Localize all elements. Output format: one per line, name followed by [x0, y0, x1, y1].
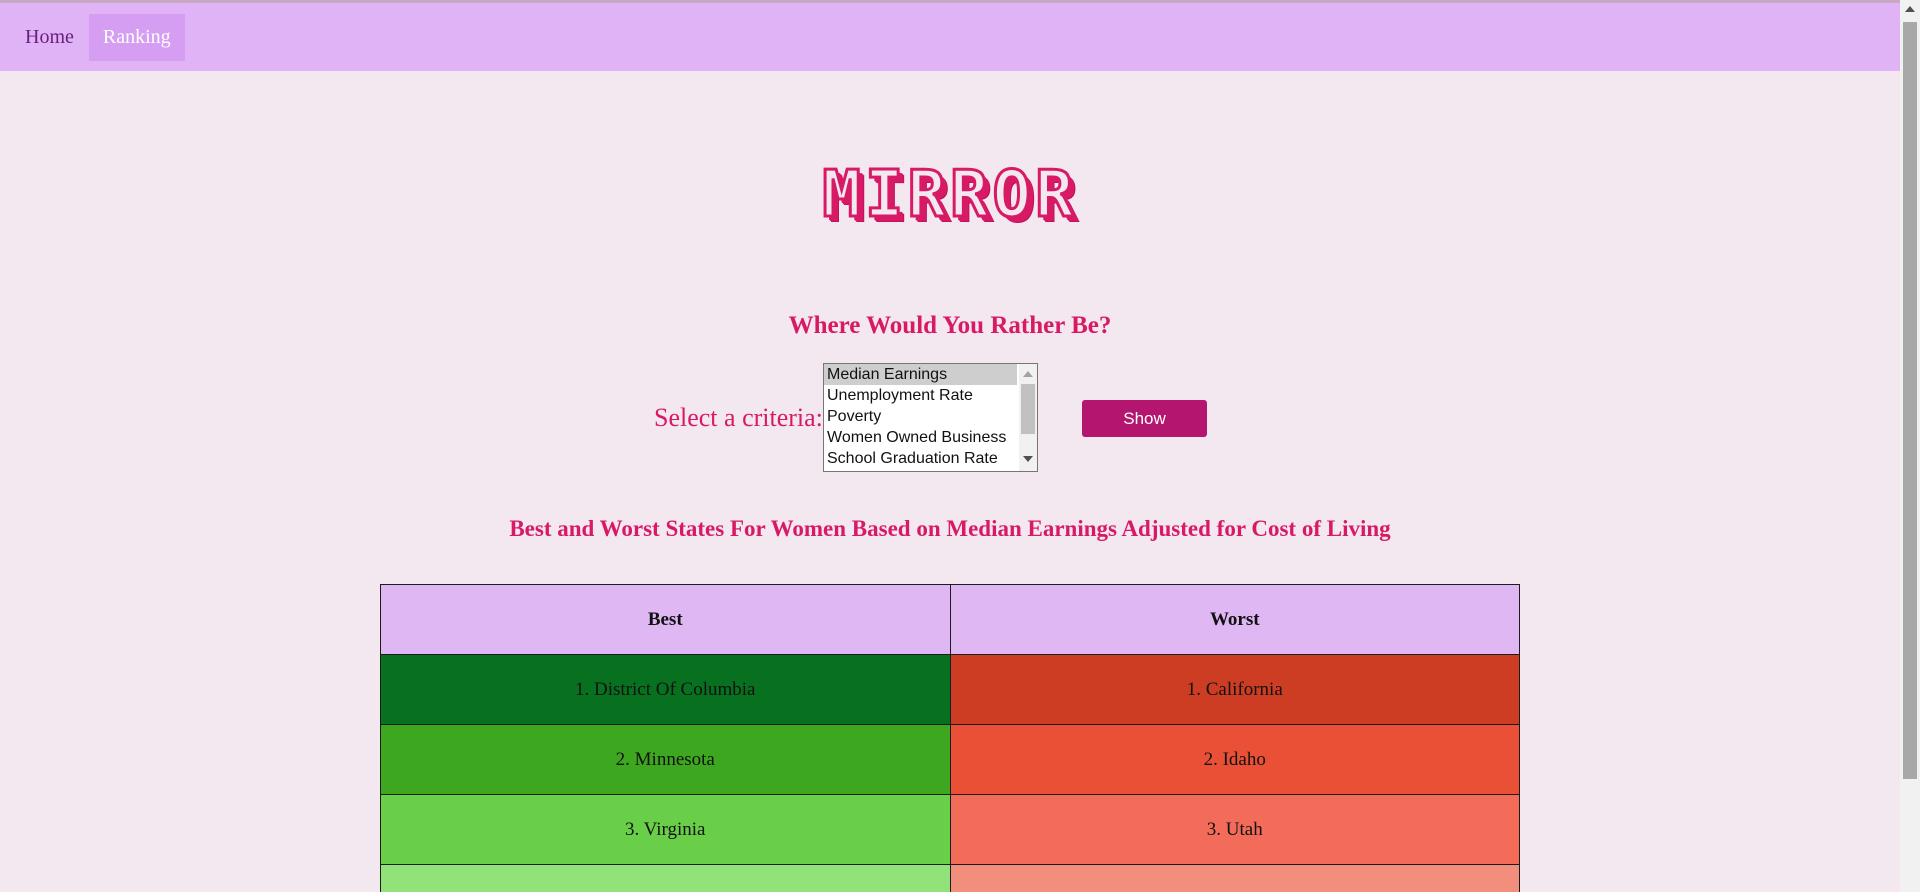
best-cell	[380, 864, 951, 892]
listbox-scrollbar[interactable]	[1019, 364, 1037, 471]
criteria-label: Select a criteria:	[654, 403, 823, 432]
nav-home-link[interactable]: Home	[11, 14, 88, 61]
criteria-option-school-graduation-rate[interactable]: School Graduation Rate	[824, 448, 1017, 469]
scroll-up-icon[interactable]	[1905, 6, 1915, 12]
worst-cell: 2. Idaho	[949, 724, 1520, 795]
top-navbar: Home Ranking	[0, 3, 1900, 71]
page-scroll-thumb[interactable]	[1903, 22, 1917, 779]
best-cell: 2. Minnesota	[380, 724, 951, 795]
table-row: 1. District Of Columbia 1. California	[380, 654, 1520, 725]
criteria-option-unemployment-rate[interactable]: Unemployment Rate	[824, 385, 1017, 406]
criteria-option-women-owned-business[interactable]: Women Owned Business	[824, 427, 1017, 448]
best-cell: 3. Virginia	[380, 794, 951, 865]
table-header-row: Best Worst	[380, 584, 1520, 655]
page-subtitle: Where Would You Rather Be?	[788, 312, 1112, 339]
listbox-scroll-up-icon[interactable]	[1023, 371, 1033, 377]
table-row: 3. Virginia 3. Utah	[380, 794, 1520, 865]
criteria-listbox[interactable]: Median Earnings Unemployment Rate Povert…	[823, 363, 1038, 472]
worst-column-header: Worst	[949, 584, 1520, 655]
worst-cell: 1. California	[949, 654, 1520, 725]
nav-ranking-link[interactable]: Ranking	[88, 13, 185, 61]
best-column-header: Best	[380, 584, 951, 655]
listbox-scroll-down-icon[interactable]	[1023, 456, 1033, 462]
criteria-selector: Select a criteria: Median Earnings Unemp…	[0, 363, 1900, 473]
page-scrollbar[interactable]	[1900, 0, 1920, 892]
criteria-option-median-earnings[interactable]: Median Earnings	[824, 364, 1017, 385]
worst-cell: 3. Utah	[949, 794, 1520, 865]
mirror-logo: MIRROR	[790, 160, 1110, 230]
logo-text: MIRROR	[821, 158, 1078, 232]
listbox-scroll-thumb[interactable]	[1021, 384, 1035, 434]
worst-cell	[949, 864, 1520, 892]
table-row: 2. Minnesota 2. Idaho	[380, 724, 1520, 795]
best-cell: 1. District Of Columbia	[380, 654, 951, 725]
table-row	[380, 864, 1520, 892]
results-title: Best and Worst States For Women Based on…	[509, 516, 1391, 541]
criteria-option-poverty[interactable]: Poverty	[824, 406, 1017, 427]
show-button[interactable]: Show	[1082, 400, 1207, 437]
ranking-table: Best Worst 1. District Of Columbia 1. Ca…	[380, 584, 1520, 892]
